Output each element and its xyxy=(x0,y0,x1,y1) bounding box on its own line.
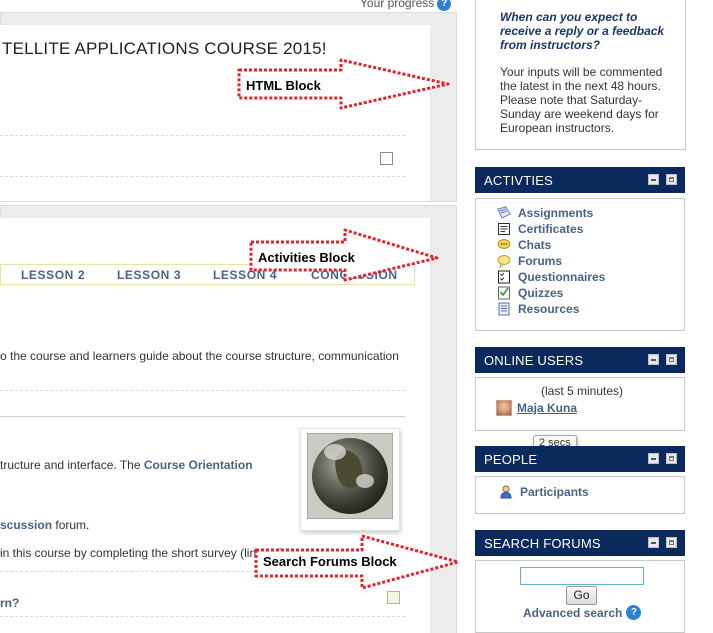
faq-answer: Your inputs will be commented the latest… xyxy=(500,65,663,135)
completion-checkbox[interactable] xyxy=(387,591,400,604)
activity-forums[interactable]: Forums xyxy=(496,253,605,269)
activity-questionnaires[interactable]: Questionnaires xyxy=(496,269,605,285)
certificate-icon xyxy=(496,222,512,236)
people-content: Participants xyxy=(475,476,685,514)
advanced-search-link[interactable]: Advanced search xyxy=(523,606,622,620)
user-link[interactable]: Maja Kuna xyxy=(517,401,577,415)
participants-link[interactable]: Participants xyxy=(498,485,589,499)
forum-icon xyxy=(496,254,512,268)
orientation-text: tructure and interface. The Course Orien… xyxy=(0,458,253,472)
search-forums-header: SEARCH FORUMS xyxy=(475,530,685,556)
online-period: (last 5 minutes) xyxy=(541,384,624,398)
orientation-prefix: tructure and interface. The xyxy=(0,458,144,472)
activities-content: Assignments Certificates Chats Forums Qu… xyxy=(475,198,685,331)
intro-text: o the course and learners guide about th… xyxy=(0,349,399,363)
search-input[interactable] xyxy=(520,567,644,585)
dock-icon[interactable] xyxy=(666,174,677,185)
resource-icon xyxy=(496,302,512,316)
dock-icon[interactable] xyxy=(666,537,677,548)
dock-icon[interactable] xyxy=(666,354,677,365)
tab-lesson-2[interactable]: LESSON 2 xyxy=(21,268,85,282)
survey-link[interactable]: rn? xyxy=(0,596,19,610)
activity-label: Chats xyxy=(518,238,552,252)
activity-label: Questionnaires xyxy=(518,270,606,284)
activity-resources[interactable]: Resources xyxy=(496,301,605,317)
help-icon[interactable]: ? xyxy=(437,0,452,11)
activities-list: Assignments Certificates Chats Forums Qu… xyxy=(496,205,605,317)
completion-checkbox[interactable] xyxy=(380,152,393,165)
quiz-icon xyxy=(496,286,512,300)
activity-label: Forums xyxy=(518,254,563,268)
online-users-title: ONLINE USERS xyxy=(484,352,584,368)
earth-globe-icon xyxy=(312,438,388,514)
people-title: PEOPLE xyxy=(484,451,538,467)
forum-text: scussion forum. xyxy=(0,518,89,532)
course-title: TELLITE APPLICATIONS COURSE 2015! xyxy=(2,39,327,58)
activity-label: Assignments xyxy=(518,206,594,220)
activity-label: Certificates xyxy=(518,222,584,236)
divider xyxy=(0,176,405,177)
activity-label: Resources xyxy=(518,302,580,316)
divider xyxy=(0,390,405,391)
progress-label: Your progress xyxy=(360,0,435,10)
html-block-annotation: HTML Block xyxy=(246,78,321,93)
dock-icon[interactable] xyxy=(666,453,677,464)
online-users-content: (last 5 minutes) Maja Kuna xyxy=(475,377,685,431)
activity-quizzes[interactable]: Quizzes xyxy=(496,285,605,301)
divider xyxy=(0,135,405,136)
help-icon[interactable]: ? xyxy=(626,605,642,620)
activities-header: ACTIVTIES xyxy=(475,167,685,193)
online-user[interactable]: Maja Kuna xyxy=(496,400,577,416)
divider xyxy=(0,616,405,617)
participants-icon xyxy=(498,485,514,499)
progress-link[interactable]: Your progress? xyxy=(360,0,452,11)
minimize-icon[interactable] xyxy=(648,174,659,185)
minimize-icon[interactable] xyxy=(648,354,659,365)
tab-lesson-3[interactable]: LESSON 3 xyxy=(117,268,181,282)
earth-image xyxy=(307,433,393,519)
activity-assignments[interactable]: Assignments xyxy=(496,205,605,221)
chat-icon xyxy=(496,238,512,252)
search-forums-content: Go Advanced search ? xyxy=(475,560,685,633)
faq-block: When can you expect to receive a reply o… xyxy=(475,0,686,150)
discussion-forum-link[interactable]: scussion xyxy=(0,518,52,532)
participants-label: Participants xyxy=(520,485,589,499)
people-header: PEOPLE xyxy=(475,446,685,472)
faq-question: When can you expect to receive a reply o… xyxy=(500,10,665,52)
search-forums-block-annotation: Search Forums Block xyxy=(263,554,397,569)
advanced-search[interactable]: Advanced search ? xyxy=(523,605,642,620)
online-users-header: ONLINE USERS xyxy=(475,347,685,373)
course-title-panel: TELLITE APPLICATIONS COURSE 2015! xyxy=(0,25,430,201)
assignment-icon xyxy=(496,206,512,220)
questionnaire-icon xyxy=(496,270,512,284)
minimize-icon[interactable] xyxy=(648,537,659,548)
activity-chats[interactable]: Chats xyxy=(496,237,605,253)
section-divider xyxy=(0,416,405,417)
activities-title: ACTIVTIES xyxy=(484,172,553,188)
minimize-icon[interactable] xyxy=(648,453,659,464)
course-orientation-link[interactable]: Course Orientation xyxy=(144,458,253,472)
activity-certificates[interactable]: Certificates xyxy=(496,221,605,237)
earth-image-frame xyxy=(300,428,400,531)
avatar xyxy=(496,400,512,416)
go-button[interactable]: Go xyxy=(566,586,597,605)
activities-block-annotation: Activities Block xyxy=(258,250,355,265)
search-forums-title: SEARCH FORUMS xyxy=(484,535,601,551)
forum-suffix: forum. xyxy=(52,518,90,532)
activity-label: Quizzes xyxy=(518,286,564,300)
